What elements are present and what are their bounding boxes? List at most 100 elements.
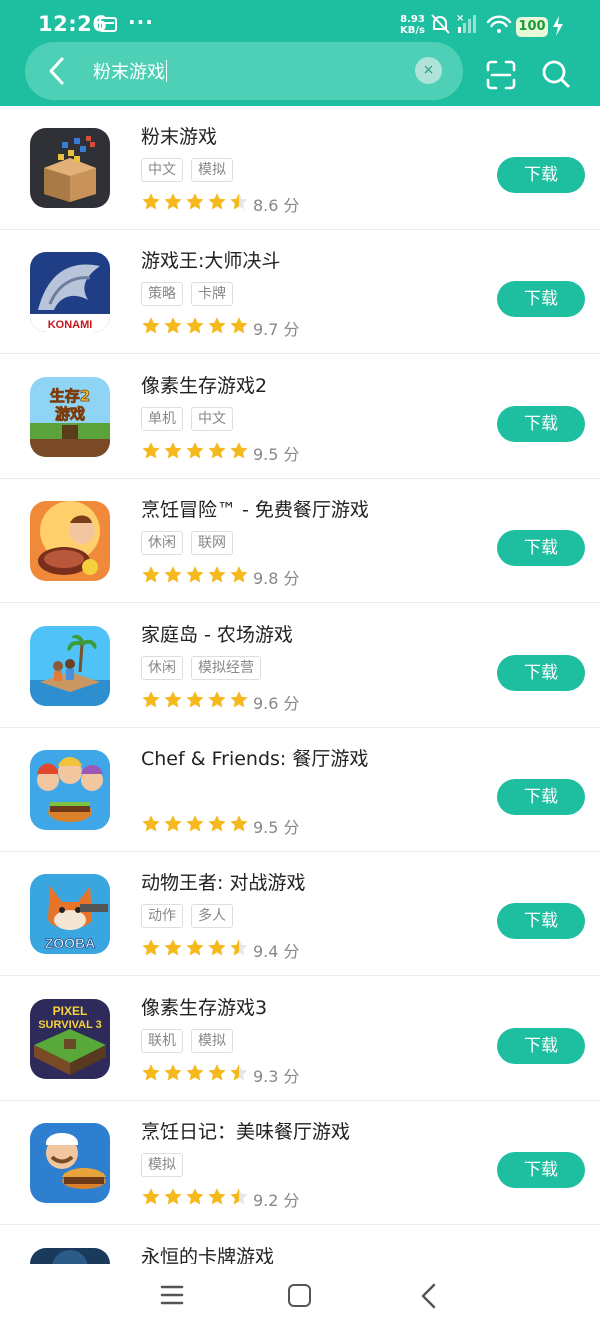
download-button[interactable]: 下载 — [497, 281, 585, 318]
navigation-bar — [0, 1264, 600, 1333]
rating-stars — [141, 565, 249, 585]
pixel-survival-2-icon[interactable]: 生存2 游戏 — [30, 376, 110, 457]
category-tag: 中文 — [141, 158, 183, 182]
star-full-icon — [230, 317, 248, 334]
notification-card-icon — [99, 17, 117, 32]
tag-list: 休闲 模拟经营 — [141, 655, 261, 680]
star-full-icon — [208, 317, 226, 334]
status-icons: × — [431, 13, 512, 34]
tag-list: 模拟 — [141, 1153, 183, 1178]
list-item[interactable]: 生存2 游戏 像素生存游戏2 单机 中文 9.5 分 下载 — [0, 355, 600, 479]
charging-icon — [553, 16, 563, 36]
category-tag: 休闲 — [141, 531, 183, 556]
rating-stars — [141, 192, 249, 212]
star-full-icon — [186, 1188, 204, 1205]
menu-icon[interactable] — [160, 1284, 184, 1306]
download-button[interactable]: 下载 — [497, 405, 585, 442]
star-full-icon — [142, 1188, 160, 1205]
category-tag: 模拟 — [191, 158, 233, 182]
list-item[interactable]: Chef & Friends: 餐厅游戏 9.5 分 下载 — [0, 728, 600, 852]
dragon-konami-icon[interactable]: KONAMI — [30, 252, 110, 333]
download-button[interactable]: 下载 — [497, 530, 585, 567]
svg-text:PIXEL: PIXEL — [53, 1004, 88, 1018]
download-button[interactable]: 下载 — [497, 1027, 585, 1064]
back-icon[interactable] — [419, 1282, 437, 1310]
download-button[interactable]: 下载 — [497, 1152, 585, 1189]
app-title[interactable]: Chef & Friends: 餐厅游戏 — [141, 744, 368, 771]
app-title[interactable]: 像素生存游戏2 — [141, 371, 267, 398]
app-title[interactable]: 动物王者: 对战游戏 — [141, 868, 305, 895]
app-title[interactable]: 烹饪日记：美味餐厅游戏 — [141, 1117, 350, 1144]
pixel-survival-3-icon[interactable]: PIXEL SURVIVAL 3 — [30, 998, 110, 1079]
rating-score: 9.3 分 — [253, 1066, 300, 1086]
home-icon[interactable] — [288, 1284, 311, 1307]
list-item[interactable]: KONAMI 游戏王:大师决斗 策略 卡牌 9.7 分 下载 — [0, 230, 600, 355]
list-item[interactable]: PIXEL SURVIVAL 3 像素生存游戏3 联机 模拟 9.3 分 下载 — [0, 977, 600, 1101]
scan-icon[interactable] — [486, 60, 516, 90]
star-full-icon — [164, 317, 182, 334]
clear-search-button[interactable]: × — [415, 57, 442, 84]
app-title[interactable]: 家庭岛 - 农场游戏 — [141, 620, 293, 647]
list-item[interactable]: 烹饪日记：美味餐厅游戏 模拟 9.2 分 下载 — [0, 1101, 600, 1226]
svg-text:SURVIVAL 3: SURVIVAL 3 — [38, 1019, 102, 1031]
star-half-icon — [230, 1064, 248, 1081]
star-full-icon — [164, 815, 182, 832]
category-tag: 模拟经营 — [191, 655, 261, 680]
back-arrow-icon[interactable] — [44, 54, 70, 88]
list-item[interactable]: 粉末游戏 中文 模拟 8.6 分 下载 — [0, 106, 600, 230]
download-button[interactable]: 下载 — [497, 654, 585, 691]
star-full-icon — [142, 442, 160, 459]
family-island-icon[interactable] — [30, 625, 110, 706]
chef-friends-icon[interactable] — [30, 750, 110, 830]
category-tag: 中文 — [191, 406, 233, 431]
cooking-adventure-icon[interactable] — [30, 501, 110, 582]
network-speed-unit: KB/s — [400, 25, 425, 36]
star-full-icon — [186, 690, 204, 708]
star-full-icon — [164, 1064, 182, 1081]
rating-score: 9.4 分 — [253, 942, 300, 962]
star-full-icon — [186, 193, 204, 210]
wifi-icon — [486, 15, 512, 33]
star-full-icon — [142, 815, 160, 832]
category-tag: 单机 — [141, 406, 183, 431]
search-input[interactable]: 粉末游戏 — [93, 58, 167, 84]
star-full-icon — [142, 566, 160, 583]
cooking-diary-icon[interactable] — [30, 1123, 110, 1204]
category-tag: 联网 — [191, 531, 233, 556]
rating-score: 9.5 分 — [253, 444, 300, 464]
star-full-icon — [230, 690, 248, 708]
rating-stars — [141, 938, 249, 958]
search-box[interactable] — [25, 42, 463, 100]
star-full-icon — [208, 1188, 226, 1205]
app-title[interactable]: 像素生存游戏3 — [141, 993, 267, 1020]
download-button[interactable]: 下载 — [497, 903, 585, 940]
search-query: 粉末游戏 — [93, 62, 165, 83]
star-full-icon — [186, 939, 204, 956]
network-speed: 8.93 KB/s — [400, 14, 425, 36]
network-speed-value: 8.93 — [400, 14, 425, 25]
list-item[interactable]: ZOOBA 动物王者: 对战游戏 动作 多人 9.4 分 下载 — [0, 852, 600, 977]
tag-list: 休闲 联网 — [141, 531, 233, 556]
category-tag: 模拟 — [191, 1028, 233, 1053]
star-full-icon — [186, 317, 204, 334]
app-title[interactable]: 粉末游戏 — [141, 122, 217, 149]
app-title[interactable]: 游戏王:大师决斗 — [141, 246, 280, 273]
download-button[interactable]: 下载 — [497, 779, 585, 815]
rating-score: 9.2 分 — [253, 1191, 300, 1211]
app-title[interactable]: 烹饪冒险™ - 免费餐厅游戏 — [141, 495, 369, 522]
category-tag: 模拟 — [141, 1153, 183, 1178]
list-item[interactable]: 家庭岛 - 农场游戏 休闲 模拟经营 9.6 分 下载 — [0, 604, 600, 728]
rating-score: 9.6 分 — [253, 693, 300, 713]
star-full-icon — [142, 193, 160, 210]
star-full-icon — [208, 690, 226, 708]
download-button[interactable]: 下载 — [497, 157, 585, 193]
svg-text:KONAMI: KONAMI — [48, 319, 93, 331]
search-icon[interactable] — [541, 58, 571, 90]
star-full-icon — [164, 193, 182, 210]
zooba-icon[interactable]: ZOOBA — [30, 874, 110, 955]
star-full-icon — [164, 566, 182, 583]
powder-box-icon[interactable] — [30, 128, 110, 208]
list-item[interactable]: 烹饪冒险™ - 免费餐厅游戏 休闲 联网 9.8 分 下载 — [0, 479, 600, 604]
rating-score: 9.5 分 — [253, 818, 300, 837]
star-full-icon — [208, 815, 226, 832]
